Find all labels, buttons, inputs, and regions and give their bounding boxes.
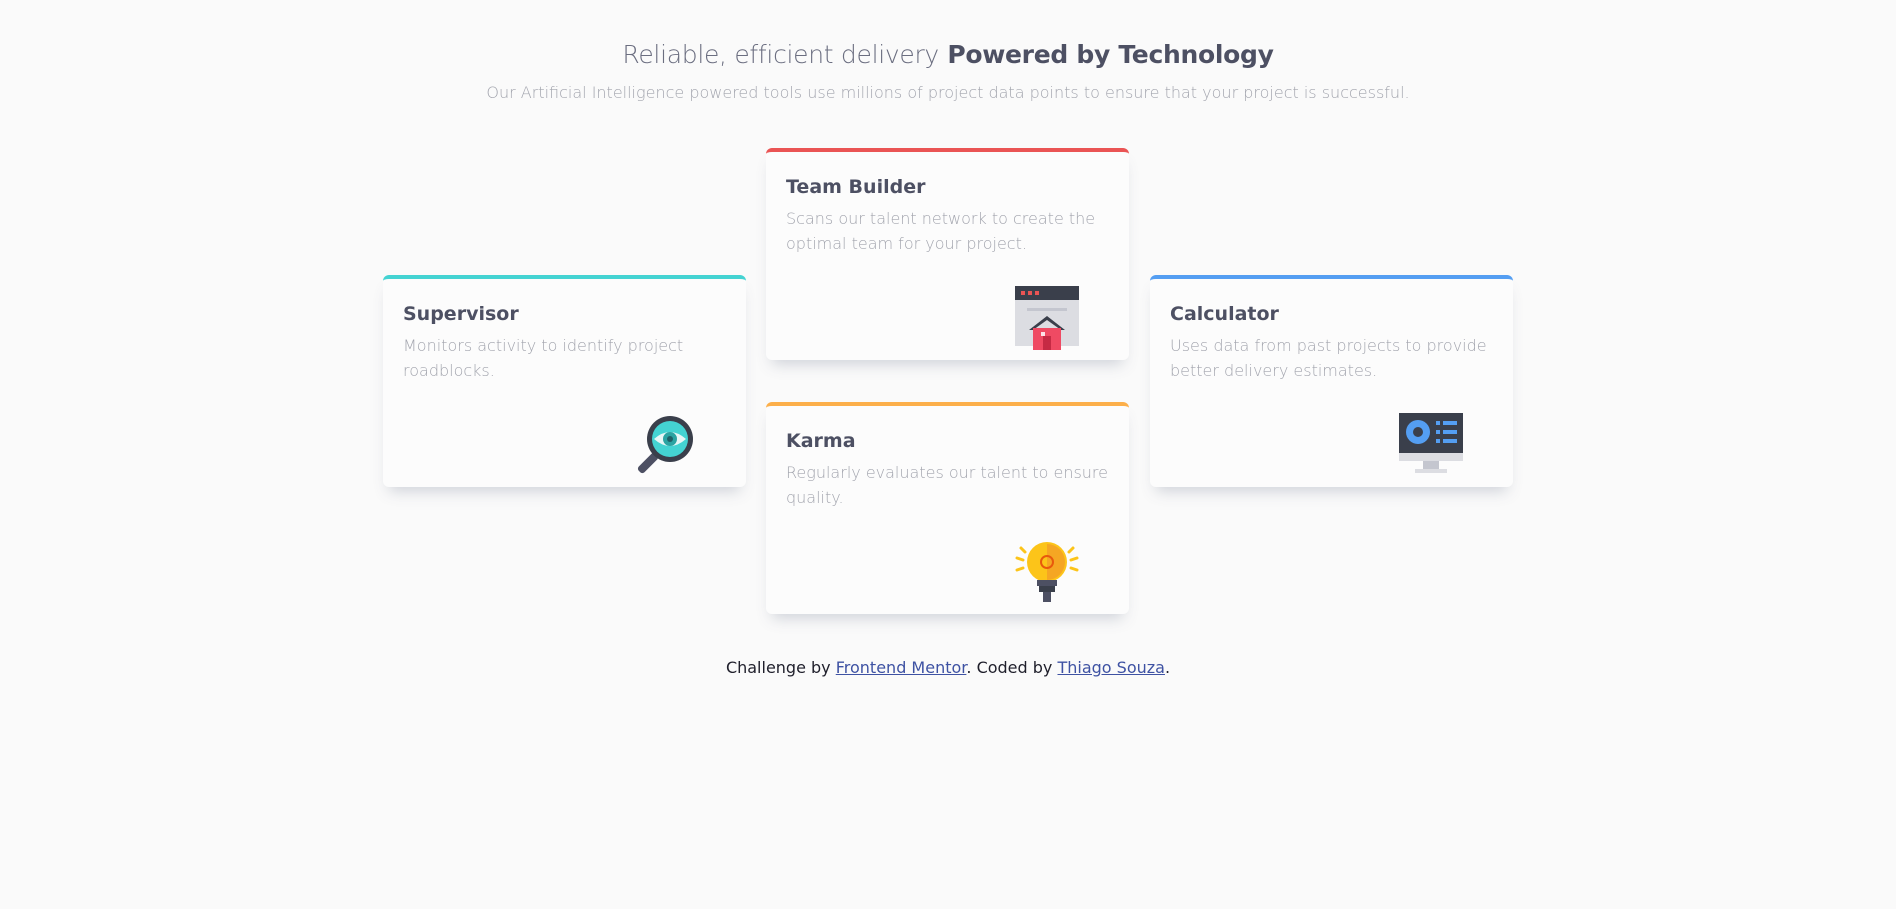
lightbulb-icon <box>1015 542 1079 602</box>
card-calculator: Calculator Uses data from past projects … <box>1150 275 1513 487</box>
card-text: Scans our talent network to create the o… <box>786 209 1096 253</box>
header: Reliable, efficient delivery Powered by … <box>0 40 1896 102</box>
footer-suffix: . <box>1164 658 1171 677</box>
card-title: Supervisor <box>403 303 519 325</box>
page-subtitle: Our Artificial Intelligence powered tool… <box>486 83 1410 102</box>
footer-attribution: Challenge by Frontend Mentor. Coded by T… <box>0 658 1896 677</box>
author-link[interactable]: Thiago Souza <box>1057 658 1164 677</box>
title-bold: Powered by Technology <box>947 40 1274 69</box>
footer-prefix: Challenge by <box>725 658 831 677</box>
card-text: Regularly evaluates our talent to ensure… <box>786 463 1108 507</box>
card-karma: Karma Regularly evaluates our talent to … <box>766 402 1129 614</box>
card-supervisor: Supervisor Monitors activity to identify… <box>383 275 746 487</box>
card-title: Team Builder <box>786 176 926 198</box>
card-title: Calculator <box>1170 303 1279 325</box>
monitor-icon <box>1399 413 1463 473</box>
card-title: Karma <box>786 430 856 452</box>
title-light: Reliable, efficient delivery <box>622 40 939 69</box>
footer-middle: . Coded by <box>966 658 1053 677</box>
magnifier-eye-icon <box>637 416 693 474</box>
page-title: Reliable, efficient delivery Powered by … <box>0 40 1896 69</box>
team-builder-icon <box>1015 286 1079 350</box>
card-team-builder: Team Builder Scans our talent network to… <box>766 148 1129 360</box>
card-text: Monitors activity to identify project ro… <box>403 336 684 380</box>
page: Reliable, efficient delivery Powered by … <box>0 0 1896 909</box>
frontend-mentor-link[interactable]: Frontend Mentor <box>836 658 967 677</box>
card-text: Uses data from past projects to provide … <box>1170 336 1487 380</box>
